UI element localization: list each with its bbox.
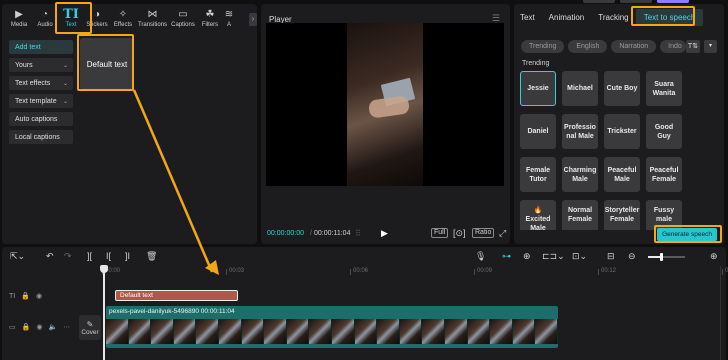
annotation-arrow [132, 89, 219, 275]
